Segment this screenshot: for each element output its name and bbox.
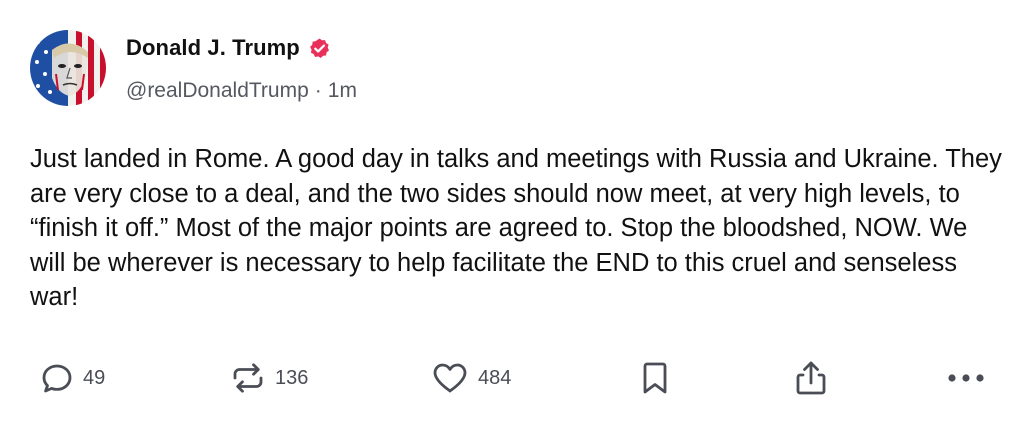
author-display-name[interactable]: Donald J. Trump — [126, 35, 300, 61]
author-handle[interactable]: @realDonaldTrump — [126, 79, 309, 103]
share-icon — [796, 361, 826, 395]
post-card: Donald J. Trump @realDonaldTrump · 1m Ju… — [0, 0, 1024, 425]
author-handle-row: @realDonaldTrump · 1m — [126, 76, 357, 106]
reply-button[interactable]: 49 — [40, 356, 105, 400]
bookmark-button[interactable] — [641, 356, 669, 400]
like-icon — [433, 363, 467, 393]
post-text: Just landed in Rome. A good day in talks… — [30, 145, 1002, 311]
avatar-image — [30, 30, 106, 106]
action-bar: 49 136 484 — [0, 356, 1024, 400]
verified-badge-icon — [308, 37, 331, 60]
like-button[interactable]: 484 — [431, 356, 511, 400]
more-options-button[interactable] — [946, 356, 986, 400]
repost-button[interactable]: 136 — [230, 356, 308, 400]
repost-count: 136 — [275, 366, 309, 389]
like-count: 484 — [478, 366, 512, 389]
bookmark-icon — [643, 362, 667, 394]
reply-icon — [42, 364, 72, 393]
avatar[interactable] — [30, 30, 106, 106]
meta-separator: · — [314, 79, 322, 102]
more-icon — [948, 374, 984, 382]
post-timestamp[interactable]: 1m — [328, 79, 357, 103]
author-name-row: Donald J. Trump — [126, 32, 331, 64]
reply-count: 49 — [83, 366, 106, 389]
repost-icon — [233, 363, 263, 393]
share-button[interactable] — [794, 356, 828, 400]
